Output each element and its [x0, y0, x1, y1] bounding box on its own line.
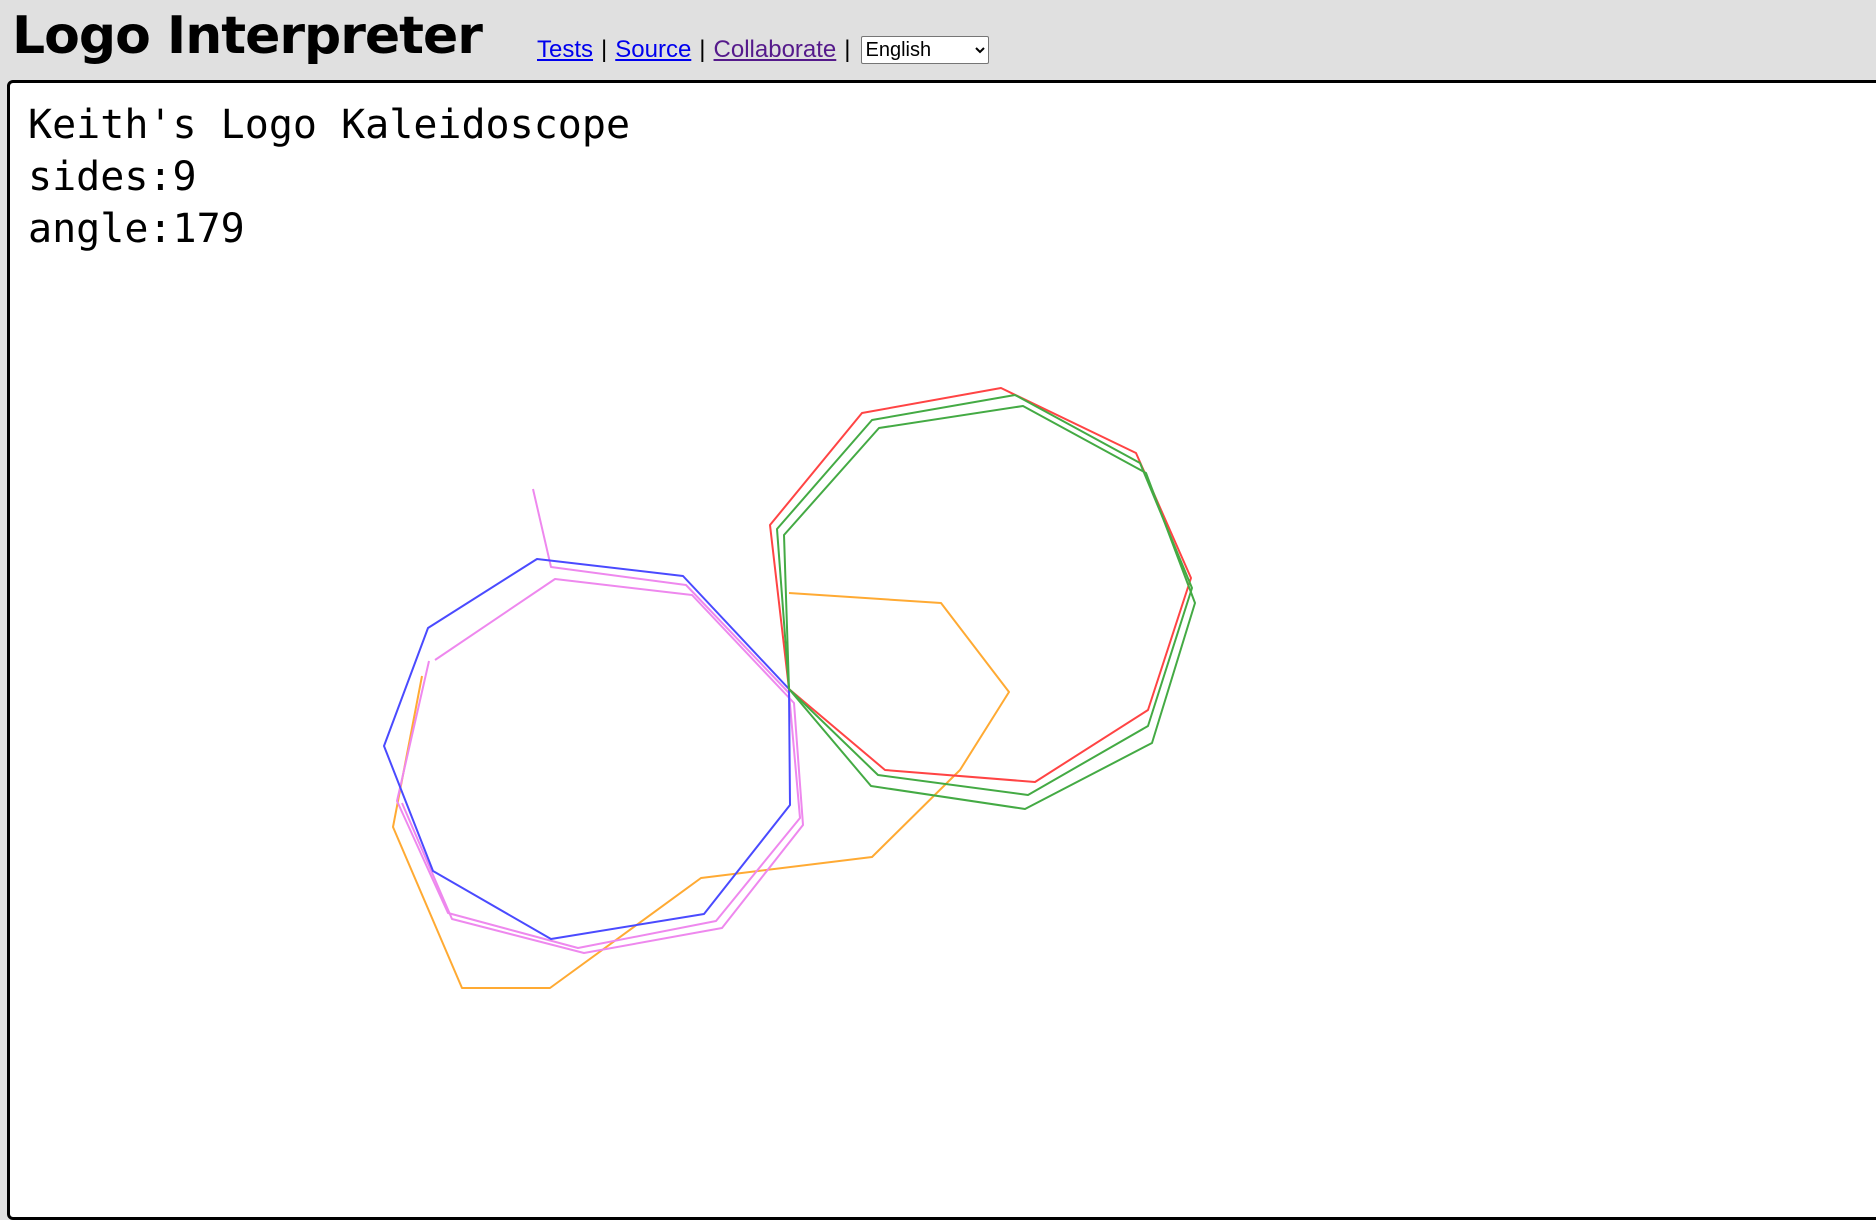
- turtle-graphics: [383, 387, 1196, 989]
- nonagon-green-2: [783, 405, 1196, 810]
- collaborate-link[interactable]: Collaborate: [714, 36, 837, 64]
- nonagon-red: [769, 387, 1192, 783]
- nav-separator: |: [601, 36, 608, 63]
- nav-separator: |: [699, 36, 706, 63]
- nonagon-green-1: [776, 394, 1193, 796]
- nonagon-blue: [383, 558, 791, 940]
- nonagon-violet-2: [396, 488, 801, 949]
- app-title: Logo Interpreter: [12, 6, 483, 66]
- drawing-canvas[interactable]: Keith's Logo Kaleidoscope sides:9 angle:…: [7, 80, 1876, 1220]
- source-link[interactable]: Source: [615, 36, 691, 64]
- language-select[interactable]: English: [860, 36, 989, 64]
- nonagon-violet-1: [401, 578, 804, 954]
- header-nav: Tests | Source | Collaborate | English: [537, 36, 989, 64]
- nonagon-orange: [392, 592, 1010, 989]
- tests-link[interactable]: Tests: [537, 36, 593, 64]
- header-bar: Logo Interpreter Tests | Source | Collab…: [0, 0, 1876, 80]
- nav-separator: |: [844, 36, 851, 63]
